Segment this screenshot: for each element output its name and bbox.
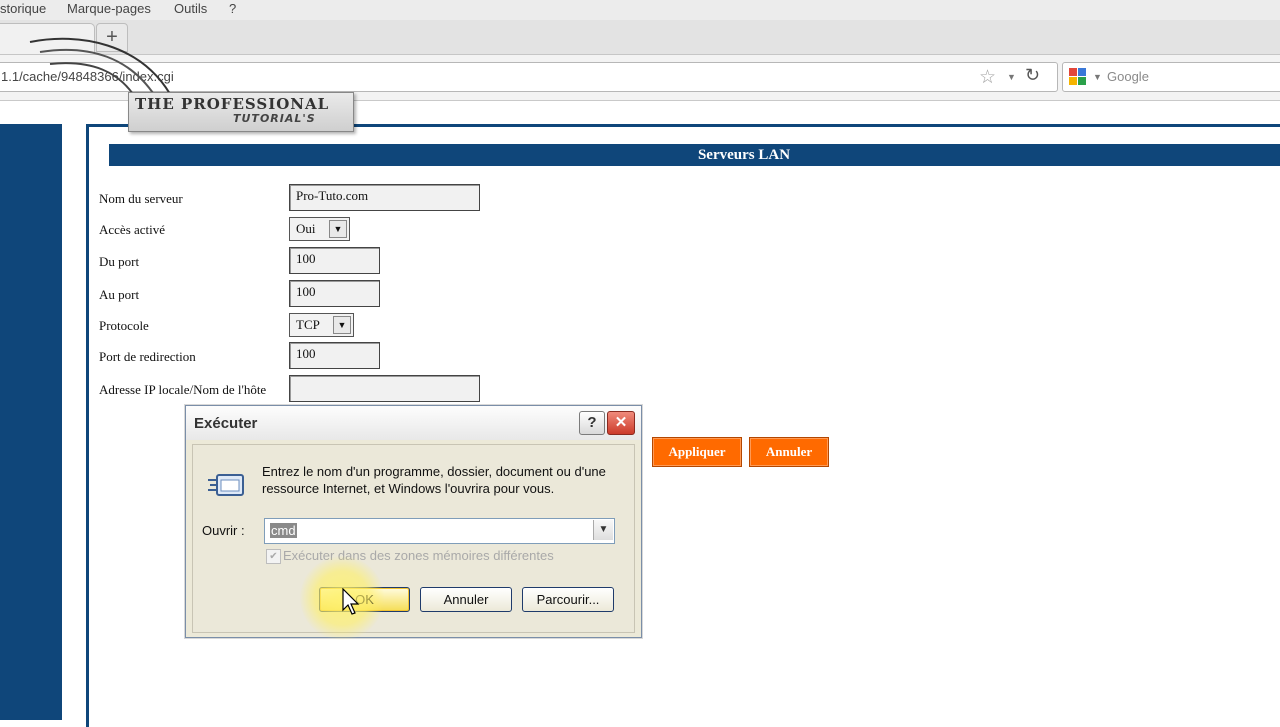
cancel-button[interactable]: Annuler bbox=[749, 437, 829, 467]
to-port-input[interactable]: 100 bbox=[289, 280, 380, 307]
chevron-down-icon[interactable]: ▼ bbox=[329, 220, 347, 238]
access-enabled-select[interactable]: Oui ▼ bbox=[289, 217, 350, 241]
redirect-port-label: Port de redirection bbox=[99, 349, 196, 364]
mouse-cursor-icon bbox=[342, 588, 360, 615]
watermark-logo: THE PROFESSIONAL TUTORIAL'S bbox=[29, 37, 358, 152]
from-port-input[interactable]: 100 bbox=[289, 247, 380, 274]
run-program-icon bbox=[208, 474, 244, 496]
apply-button[interactable]: Appliquer bbox=[652, 437, 742, 467]
from-port-label: Du port bbox=[99, 254, 140, 269]
search-placeholder: Google bbox=[1107, 69, 1149, 84]
protocol-value: TCP bbox=[296, 317, 320, 332]
open-input-value[interactable]: cmd bbox=[270, 523, 297, 538]
reload-icon[interactable]: ↻ bbox=[1025, 65, 1040, 86]
protocol-label: Protocole bbox=[99, 318, 149, 333]
menu-bookmarks[interactable]: Marque-pages bbox=[67, 1, 151, 16]
separate-memory-checkbox: ✔ bbox=[266, 549, 281, 564]
redirect-port-input[interactable]: 100 bbox=[289, 342, 380, 369]
google-icon[interactable] bbox=[1069, 68, 1086, 85]
dialog-cancel-button[interactable]: Annuler bbox=[420, 587, 512, 612]
browse-button[interactable]: Parcourir... bbox=[522, 587, 614, 612]
to-port-label: Au port bbox=[99, 287, 140, 302]
menu-tools[interactable]: Outils bbox=[174, 1, 207, 16]
access-enabled-label: Accès activé bbox=[99, 222, 166, 237]
access-enabled-value: Oui bbox=[296, 221, 316, 236]
run-dialog-description: Entrez le nom d'un programme, dossier, d… bbox=[262, 464, 606, 496]
chevron-down-icon[interactable]: ▼ bbox=[333, 316, 351, 334]
run-dialog-titlebar[interactable]: Exécuter ? ✕ bbox=[186, 406, 641, 440]
run-dialog: Exécuter ? ✕ Entrez le nom d'un programm… bbox=[185, 405, 642, 638]
run-dialog-body: Entrez le nom d'un programme, dossier, d… bbox=[192, 444, 635, 633]
open-combobox[interactable]: cmd ▼ bbox=[264, 518, 615, 544]
search-box[interactable]: ▼ Google bbox=[1062, 62, 1280, 92]
open-label: Ouvrir : bbox=[202, 523, 245, 538]
left-sidebar bbox=[0, 124, 62, 720]
browser-menu-bar: storique Marque-pages Outils ? bbox=[0, 0, 1280, 20]
chevron-down-icon[interactable]: ▼ bbox=[593, 520, 613, 540]
close-button[interactable]: ✕ bbox=[607, 411, 635, 435]
search-engine-dropdown-icon[interactable]: ▼ bbox=[1093, 72, 1102, 82]
menu-help[interactable]: ? bbox=[229, 1, 236, 16]
local-ip-label: Adresse IP locale/Nom de l'hôte bbox=[99, 382, 267, 397]
url-history-dropdown-icon[interactable]: ▼ bbox=[1007, 72, 1016, 82]
watermark-line2: TUTORIAL'S bbox=[233, 112, 316, 125]
bookmark-star-icon[interactable]: ☆ bbox=[979, 66, 996, 89]
run-dialog-title: Exécuter bbox=[194, 415, 258, 432]
menu-history[interactable]: storique bbox=[0, 1, 46, 16]
help-button[interactable]: ? bbox=[579, 411, 605, 435]
protocol-select[interactable]: TCP ▼ bbox=[289, 313, 354, 337]
local-ip-input[interactable] bbox=[289, 375, 480, 402]
watermark-line1: THE PROFESSIONAL bbox=[135, 95, 330, 113]
server-name-label: Nom du serveur bbox=[99, 191, 183, 206]
server-name-input[interactable]: Pro-Tuto.com bbox=[289, 184, 480, 211]
